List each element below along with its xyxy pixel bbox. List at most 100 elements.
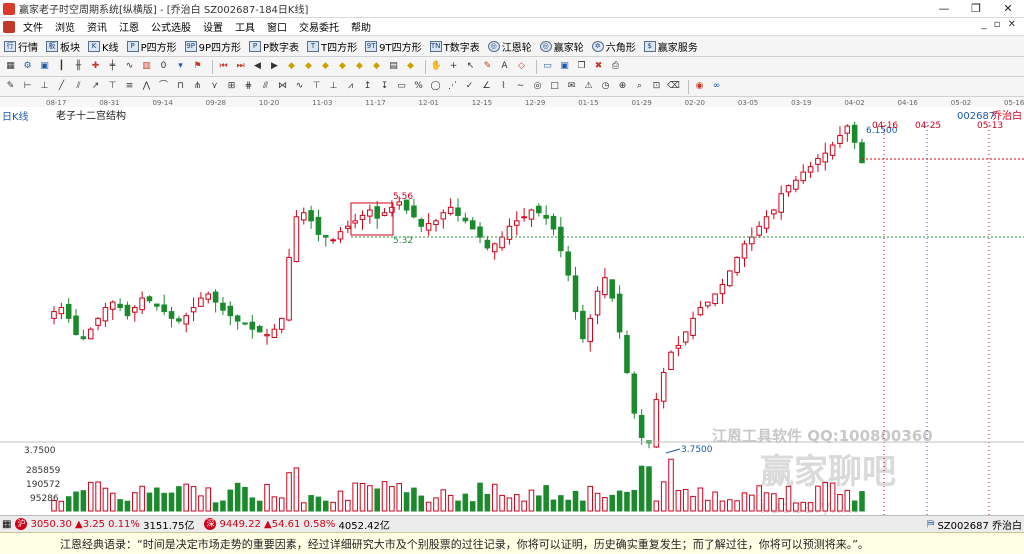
diamond-5-icon[interactable]: ◆ xyxy=(353,60,366,73)
menu-help[interactable]: 帮助 xyxy=(345,19,377,34)
back-icon[interactable]: ◀ xyxy=(251,60,264,73)
square-icon[interactable]: □ xyxy=(548,80,561,93)
toolbar-t-table-button[interactable]: TN T数字表 xyxy=(426,39,484,54)
menu-browse[interactable]: 浏览 xyxy=(49,19,81,34)
pointer-icon[interactable]: ↖ xyxy=(464,60,477,73)
minimize-button[interactable]: — xyxy=(928,0,960,18)
shape-icon[interactable]: ◇ xyxy=(515,60,528,73)
time-zone-icon[interactable]: ⋔ xyxy=(191,80,204,93)
ruler-icon[interactable]: ⌇ xyxy=(497,80,510,93)
price-box[interactable] xyxy=(350,202,394,236)
ohlc-icon[interactable]: ╪ xyxy=(106,60,119,73)
toolbar-sector-button[interactable]: 板板块 xyxy=(42,39,84,54)
first-bar-icon[interactable]: ⏮ xyxy=(217,60,230,73)
cycle-icon[interactable]: ⊓ xyxy=(174,80,187,93)
crosshair-icon[interactable]: + xyxy=(447,60,460,73)
save-icon[interactable]: ▣ xyxy=(558,60,571,73)
eraser-icon[interactable]: ⌫ xyxy=(667,80,680,93)
pen-icon[interactable]: ✎ xyxy=(4,80,17,93)
chevron-down-icon[interactable]: ▾ xyxy=(174,60,187,73)
toolbar-winner-wheel-button[interactable]: ◎ 赢家轮 xyxy=(536,39,588,54)
gann-grid-icon[interactable]: ⋕ xyxy=(242,80,255,93)
zero-icon[interactable]: 0 xyxy=(157,60,170,73)
close-button[interactable]: ✕ xyxy=(992,0,1024,18)
text-tool-icon[interactable]: A xyxy=(498,60,511,73)
toolbar-p-square-button[interactable]: P P四方形 xyxy=(123,39,181,54)
target-icon[interactable]: ⊕ xyxy=(616,80,629,93)
arrow-up-icon[interactable]: ↥ xyxy=(361,80,374,93)
toolbar-9t-square-button[interactable]: 9T 9T四方形 xyxy=(361,39,425,54)
sz-index-group[interactable]: 深 9449.22 ▲54.61 0.58% 4052.42亿 xyxy=(204,517,390,532)
gann-angle-icon[interactable]: ⋎ xyxy=(208,80,221,93)
ray-icon[interactable]: ↗ xyxy=(89,80,102,93)
stats-icon[interactable]: ▥ xyxy=(140,60,153,73)
diamond-2-icon[interactable]: ◆ xyxy=(302,60,315,73)
status-menu-icon[interactable]: ▦ xyxy=(2,519,11,530)
menu-gann[interactable]: 江恩 xyxy=(113,19,145,34)
line-chart-icon[interactable]: ∿ xyxy=(123,60,136,73)
next-bar-icon[interactable]: ⏭ xyxy=(234,60,247,73)
toolbar-hexagon-button[interactable]: ✡ 六角形 xyxy=(588,39,640,54)
ellipse-icon[interactable]: ◯ xyxy=(429,80,442,93)
chart-settings-icon[interactable]: ⚙ xyxy=(21,60,34,73)
channel-icon[interactable]: ⊤ xyxy=(106,80,119,93)
sh-index-group[interactable]: 沪 3050.30 ▲3.25 0.11% 3151.75亿 xyxy=(15,517,194,532)
table-icon[interactable]: ▤ xyxy=(387,60,400,73)
toolbar-service-button[interactable]: $ 赢家服务 xyxy=(640,39,702,54)
delete-icon[interactable]: ✖ xyxy=(592,60,605,73)
arc-icon[interactable]: ⌒ xyxy=(157,80,170,93)
trendfan-icon[interactable]: ⋰ xyxy=(446,80,459,93)
spiral-icon[interactable]: ◎ xyxy=(531,80,544,93)
pattern-icon[interactable]: ⋈ xyxy=(276,80,289,93)
toolbar-quotes-button[interactable]: 行行情 xyxy=(0,39,42,54)
menu-formula[interactable]: 公式选股 xyxy=(145,19,197,34)
kline-chart-svg[interactable]: 08-17 08-31 09-14 09-28 10-20 11-03 11-17 12-01… xyxy=(0,97,1024,518)
forward-icon[interactable]: ▶ xyxy=(268,60,281,73)
diamond-4-icon[interactable]: ◆ xyxy=(336,60,349,73)
angle-icon[interactable]: ∠ xyxy=(480,80,493,93)
grid-icon[interactable]: ▦ xyxy=(4,60,17,73)
speed-line-icon[interactable]: ⫻ xyxy=(259,80,272,93)
paint-icon[interactable]: ✎ xyxy=(481,60,494,73)
infinity-icon[interactable]: ∞ xyxy=(710,80,723,93)
parallel-line-icon[interactable]: ⫽ xyxy=(72,80,85,93)
note-icon[interactable]: ✉ xyxy=(565,80,578,93)
toolbar-p-table-button[interactable]: P P数字表 xyxy=(245,39,303,54)
sine-icon[interactable]: ∼ xyxy=(514,80,527,93)
candle-icon[interactable]: ┃ xyxy=(55,60,68,73)
polyline-icon[interactable]: ⩘ xyxy=(344,80,357,93)
bar-chart-icon[interactable]: ╫ xyxy=(72,60,85,73)
menu-trade[interactable]: 交易委托 xyxy=(293,19,345,34)
record-icon[interactable]: ◉ xyxy=(693,80,706,93)
mark-icon[interactable]: ✓ xyxy=(463,80,476,93)
clock-icon[interactable]: ◷ xyxy=(599,80,612,93)
diamond-1-icon[interactable]: ◆ xyxy=(285,60,298,73)
trend-line-icon[interactable]: ╱ xyxy=(55,80,68,93)
arrow-down-icon[interactable]: ↧ xyxy=(378,80,391,93)
alert-icon[interactable]: ⚠ xyxy=(582,80,595,93)
cross-icon[interactable]: ✚ xyxy=(89,60,102,73)
lock-icon[interactable]: ⊡ xyxy=(650,80,663,93)
wave-icon[interactable]: ∿ xyxy=(293,80,306,93)
regression-icon[interactable]: ⊥ xyxy=(327,80,340,93)
zoom-icon[interactable]: ⌕ xyxy=(633,80,646,93)
print-icon[interactable]: ⎙ xyxy=(609,60,622,73)
hand-icon[interactable]: ✋ xyxy=(430,60,443,73)
mdi-controls[interactable]: _ ▫ ✕ xyxy=(981,19,1018,30)
menu-info[interactable]: 资讯 xyxy=(81,19,113,34)
pivot-icon[interactable]: ⊤ xyxy=(310,80,323,93)
kline-chart-panel[interactable]: 08-17 08-31 09-14 09-28 10-20 11-03 11-17 12-01… xyxy=(0,97,1024,518)
diamond-3-icon[interactable]: ◆ xyxy=(319,60,332,73)
gann-box-icon[interactable]: ⊞ xyxy=(225,80,238,93)
copy-icon[interactable]: ❐ xyxy=(575,60,588,73)
toolbar-t-square-button[interactable]: T T四方形 xyxy=(303,39,361,54)
percent-icon[interactable]: % xyxy=(412,80,425,93)
diamond-6-icon[interactable]: ◆ xyxy=(370,60,383,73)
screen-icon[interactable]: ▭ xyxy=(541,60,554,73)
menu-file[interactable]: 文件 xyxy=(17,19,49,34)
toolbar-kline-button[interactable]: K K线 xyxy=(84,39,123,54)
vertical-line-icon[interactable]: ⊥ xyxy=(38,80,51,93)
restore-button[interactable]: ❐ xyxy=(960,0,992,18)
menu-tools[interactable]: 工具 xyxy=(229,19,261,34)
calendar-icon[interactable]: ▣ xyxy=(38,60,51,73)
